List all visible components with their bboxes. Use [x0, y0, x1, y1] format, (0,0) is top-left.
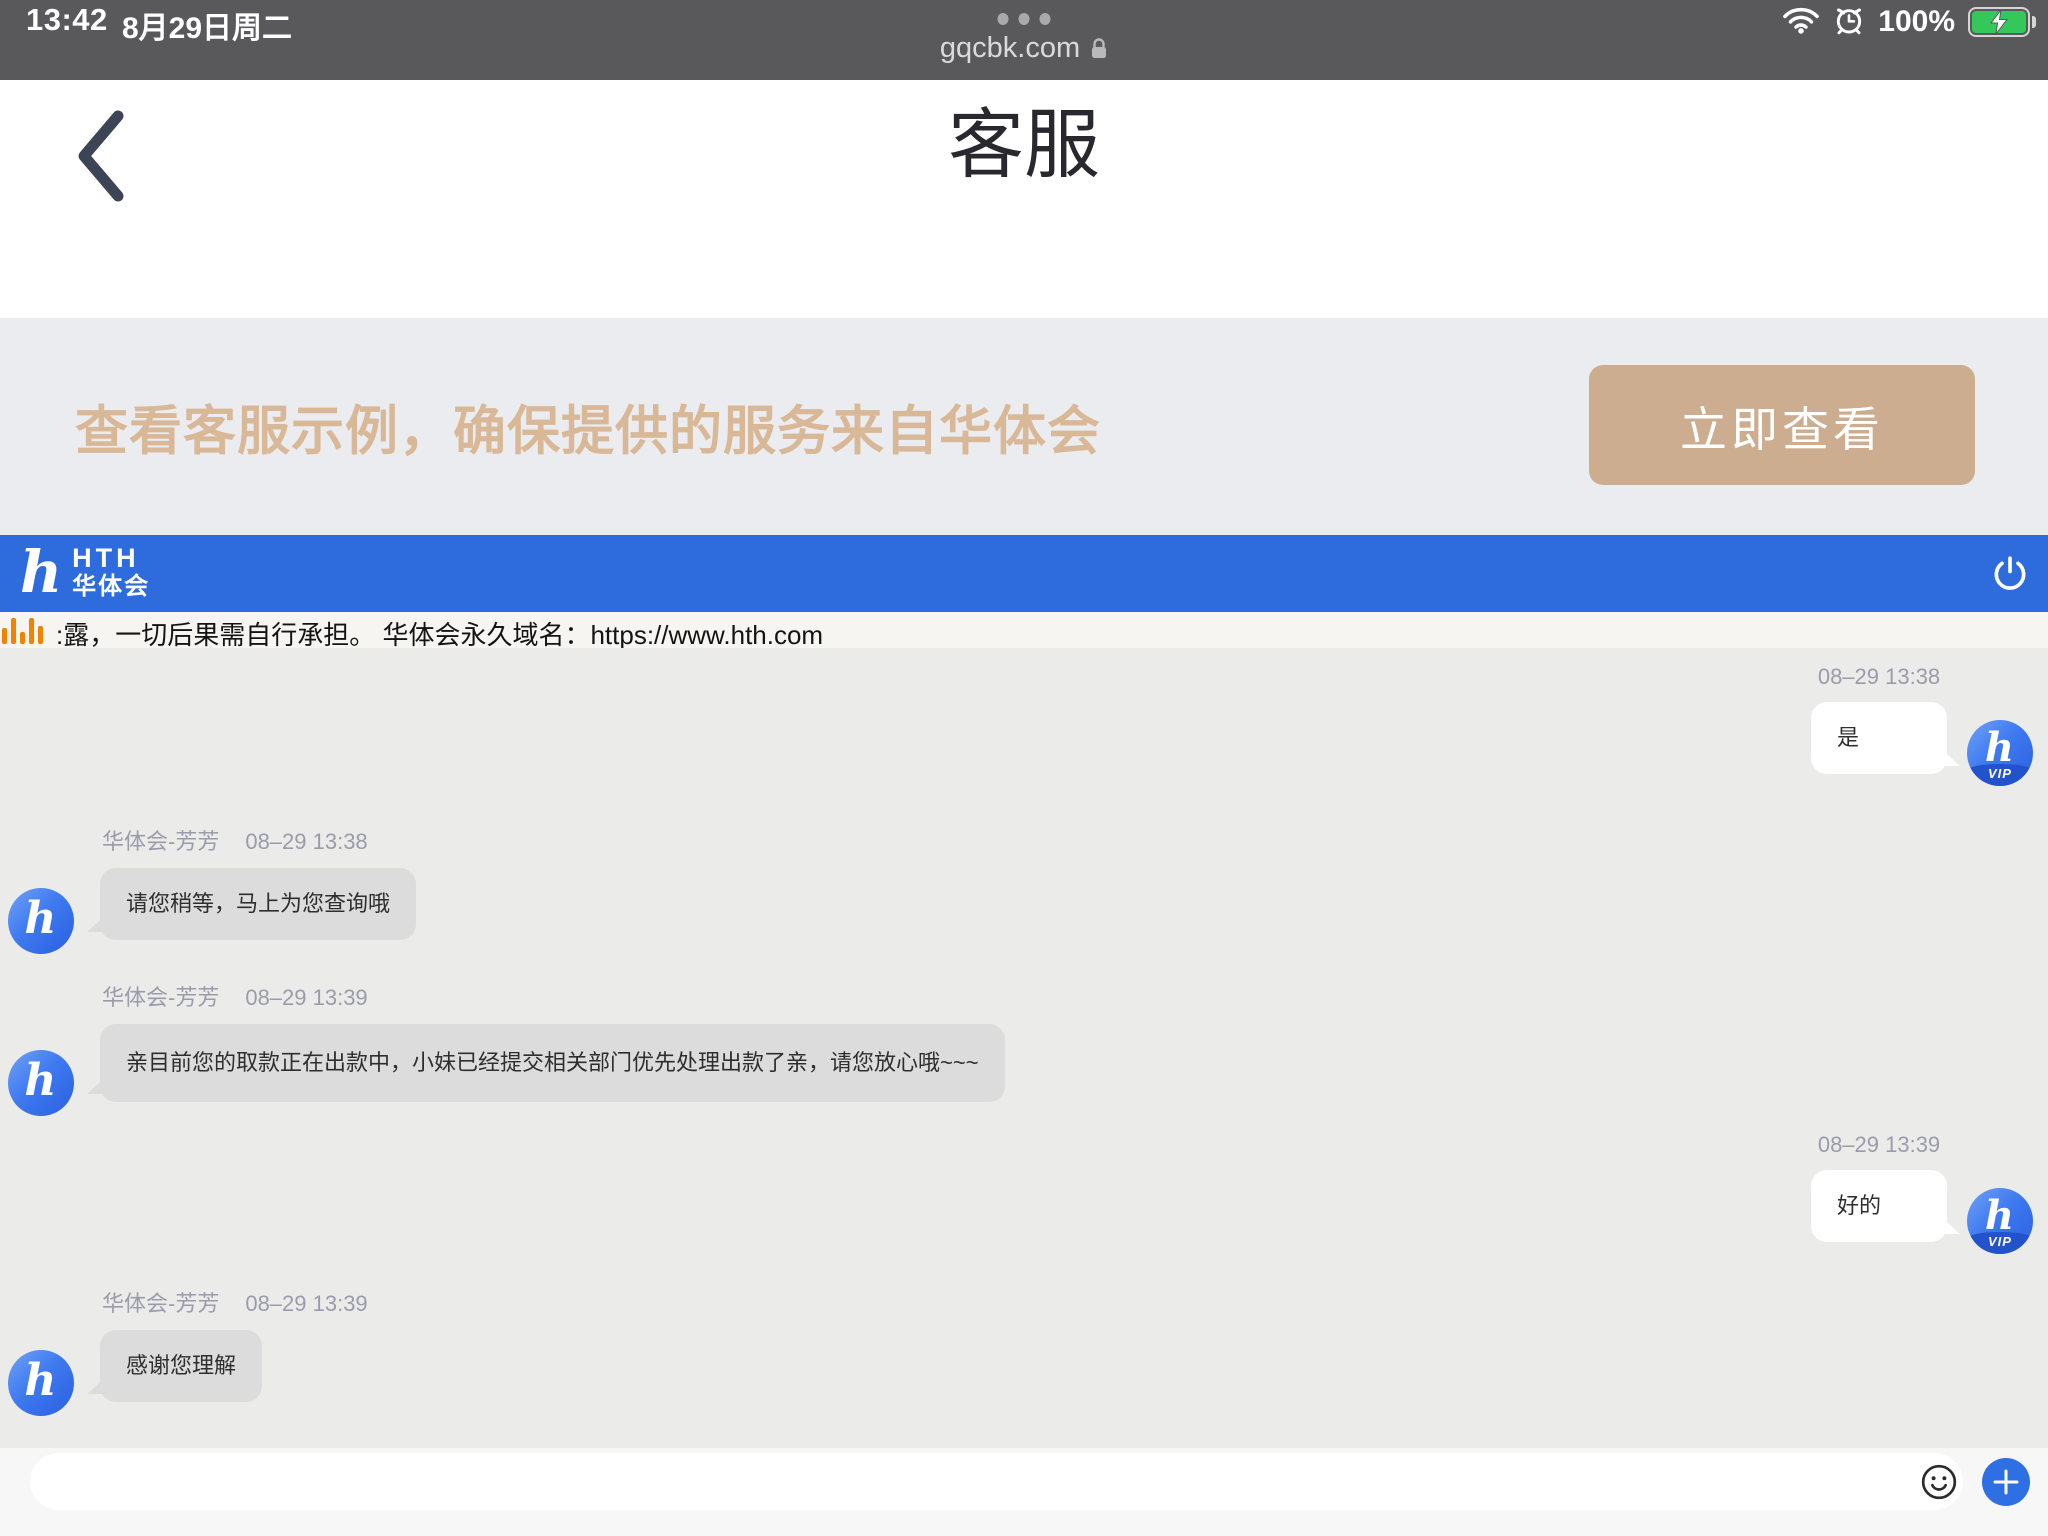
chat-area: 08–29 13:38 是 h VIP h 华体会-芳芳 08–29 13:38 …: [0, 648, 2048, 1448]
brand-bar: h HTH 华体会: [0, 535, 2048, 612]
message-bubble[interactable]: 好的: [1811, 1170, 1947, 1242]
chat-message-incoming: h 华体会-芳芳 08–29 13:39 亲目前您的取款正在出款中，小妹已经提交相…: [8, 980, 1005, 1102]
page-dots-icon: [998, 13, 1051, 25]
vip-badge: VIP: [1967, 1232, 2033, 1254]
message-meta: 华体会-芳芳 08–29 13:39: [100, 1286, 368, 1318]
avatar-h-icon: h: [1985, 1196, 2014, 1236]
avatar-h-icon: h: [24, 1059, 56, 1103]
promo-text: 查看客服示例，确保提供的服务来自华体会: [75, 389, 1101, 465]
avatar: h VIP: [1967, 1188, 2033, 1254]
page-header: 客服: [0, 80, 2048, 318]
alarm-clock-icon: [1833, 4, 1865, 41]
status-icons: 100%: [1782, 2, 2030, 42]
view-now-button[interactable]: 立即查看: [1589, 365, 1975, 485]
add-attachment-button[interactable]: [1982, 1458, 2030, 1506]
chat-message-outgoing: 08–29 13:38 是 h VIP: [1811, 664, 2033, 774]
chat-message-incoming: h 华体会-芳芳 08–29 13:38 请您稍等，马上为您查询哦: [8, 824, 416, 940]
emoji-button[interactable]: [1920, 1463, 1958, 1501]
avatar-h-icon: h: [1985, 728, 2014, 768]
avatar: h: [8, 1050, 74, 1116]
message-input[interactable]: [30, 1453, 1963, 1510]
notice-text: :露，一切后果需自行承担。 华体会永久域名：https://www.hth.co…: [56, 615, 823, 648]
battery-charging-icon: [1968, 7, 2030, 37]
message-bubble[interactable]: 是: [1811, 702, 1947, 774]
message-bubble[interactable]: 感谢您理解: [100, 1330, 262, 1402]
chat-message-incoming: h 华体会-芳芳 08–29 13:39 感谢您理解: [8, 1286, 368, 1402]
power-button[interactable]: [1990, 554, 2030, 594]
power-icon: [1990, 554, 2030, 594]
message-bubble[interactable]: 亲目前您的取款正在出款中，小妹已经提交相关部门优先处理出款了亲，请您放心哦~~~: [100, 1024, 1005, 1102]
promo-banner: 查看客服示例，确保提供的服务来自华体会 立即查看: [0, 318, 2048, 535]
avatar: h VIP: [1967, 720, 2033, 786]
vip-badge: VIP: [1967, 764, 2033, 786]
status-bar: 13:42 8月29日周二 gqcbk.com 100%: [0, 0, 2048, 80]
address-bar[interactable]: gqcbk.com: [0, 32, 2048, 68]
wifi-icon: [1782, 5, 1820, 40]
announcement-icon: [2, 616, 43, 644]
message-time: 08–29 13:39: [1811, 1132, 1947, 1158]
chat-message-outgoing: 08–29 13:39 好的 h VIP: [1811, 1132, 2033, 1242]
smiley-icon: [1920, 1463, 1958, 1501]
avatar-h-icon: h: [24, 1359, 56, 1403]
logo-h-icon: h: [20, 539, 62, 605]
battery-percent: 100%: [1878, 5, 1955, 39]
composer-bar: [0, 1448, 2048, 1536]
message-meta: 华体会-芳芳 08–29 13:39: [100, 980, 1005, 1012]
sender-name: 华体会-芳芳: [102, 829, 219, 854]
sender-name: 华体会-芳芳: [102, 1291, 219, 1316]
message-time: 08–29 13:38: [1811, 664, 1947, 690]
message-meta: 华体会-芳芳 08–29 13:38: [100, 824, 416, 856]
plus-icon: [1991, 1467, 2021, 1497]
message-bubble[interactable]: 请您稍等，马上为您查询哦: [100, 868, 416, 940]
url-text: gqcbk.com: [940, 32, 1080, 64]
logo-chinese-name: 华体会: [72, 573, 150, 601]
logo-name: HTH: [72, 543, 150, 573]
sender-name: 华体会-芳芳: [102, 985, 219, 1010]
message-time: 08–29 13:39: [245, 1291, 367, 1316]
avatar: h: [8, 888, 74, 954]
lock-icon: [1090, 35, 1108, 68]
avatar: h: [8, 1350, 74, 1416]
page-title: 客服: [0, 98, 2048, 193]
message-time: 08–29 13:39: [245, 985, 367, 1010]
message-time: 08–29 13:38: [245, 829, 367, 854]
notice-marquee: :露，一切后果需自行承担。 华体会永久域名：https://www.hth.co…: [0, 612, 2048, 648]
hth-logo: h HTH 华体会: [20, 539, 150, 605]
avatar-h-icon: h: [24, 897, 56, 941]
